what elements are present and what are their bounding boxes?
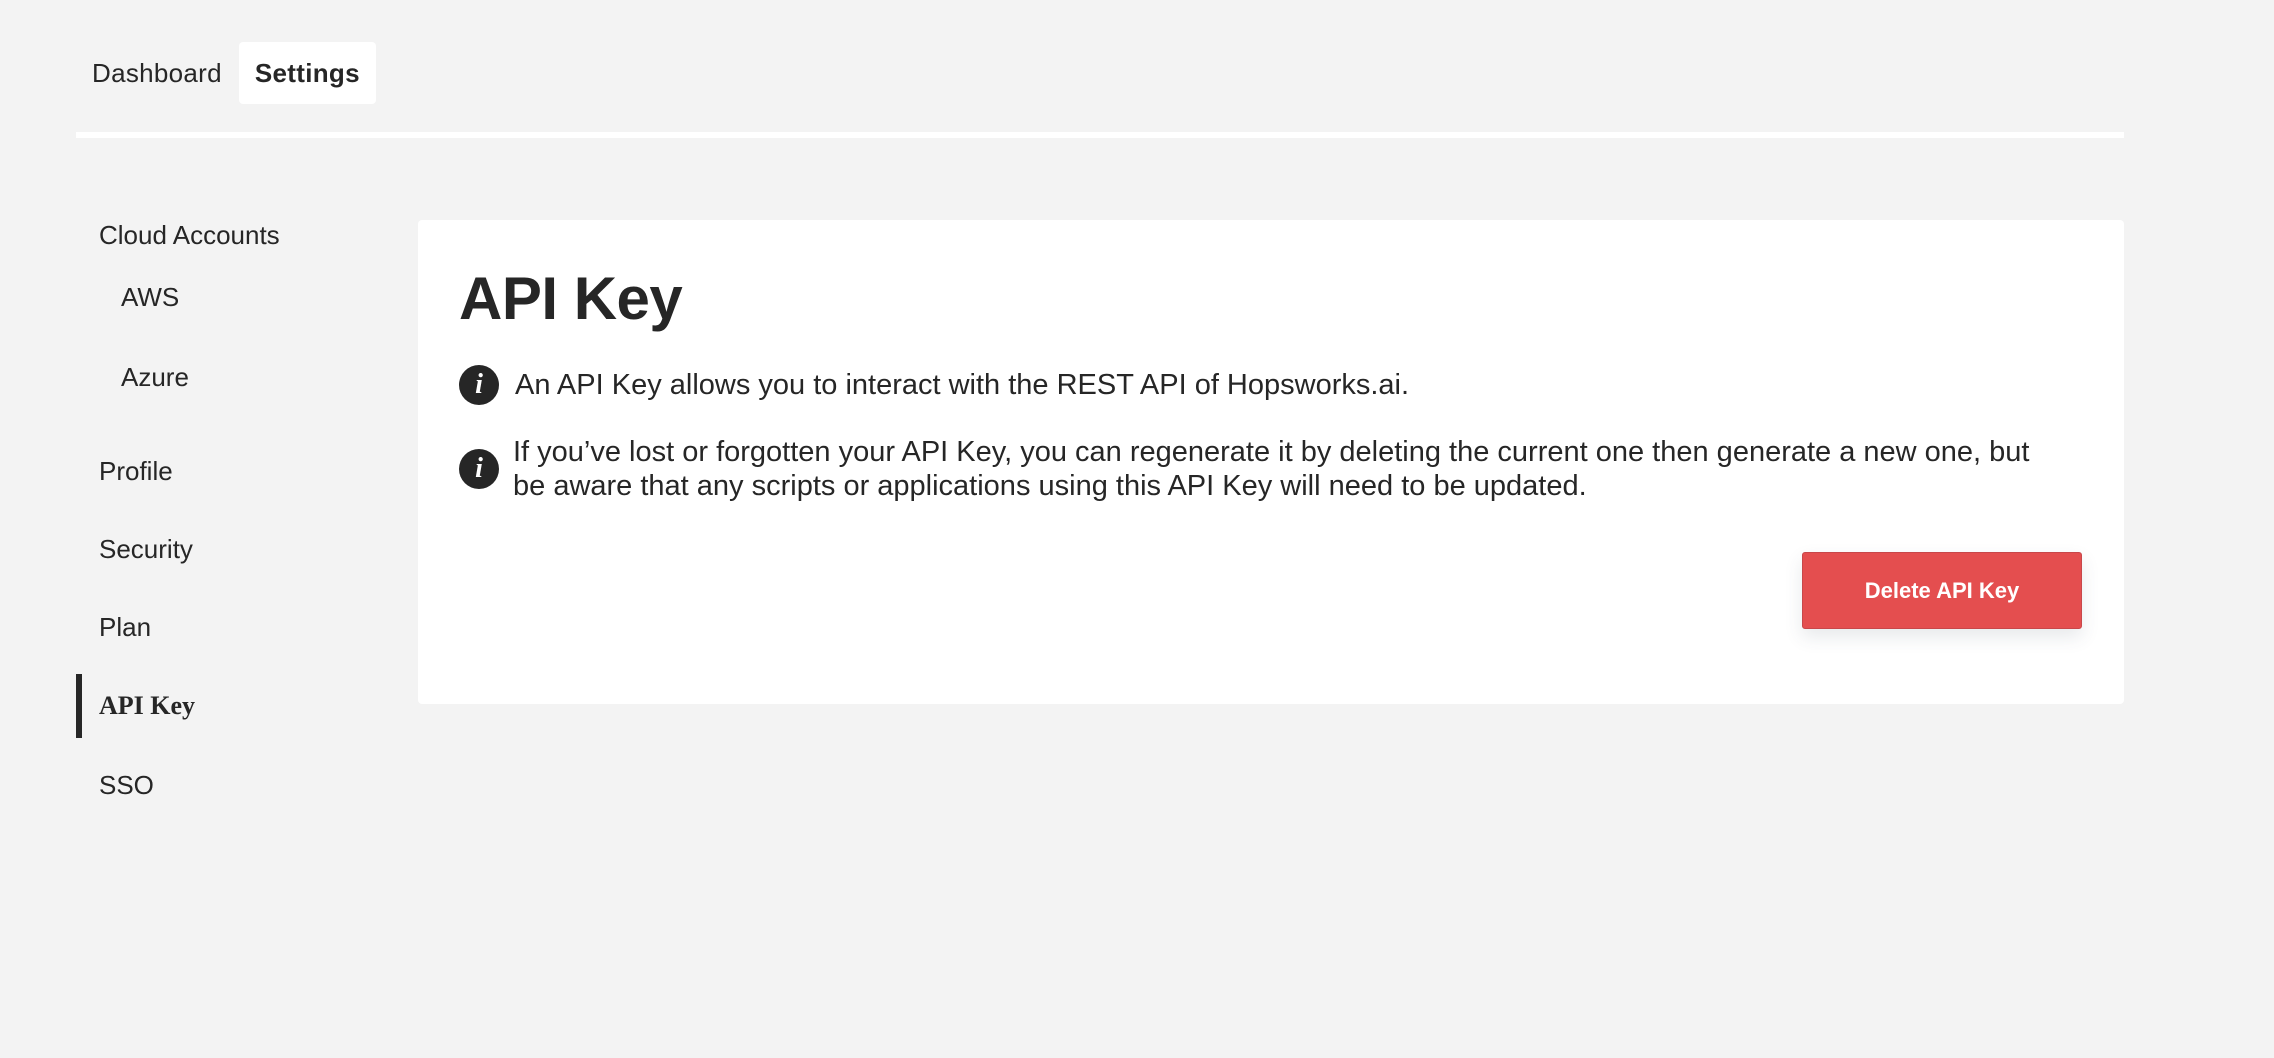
sidebar-item-profile[interactable]: Profile <box>76 439 173 503</box>
sidebar-item-plan[interactable]: Plan <box>76 595 151 659</box>
tab-dashboard[interactable]: Dashboard <box>76 42 238 104</box>
info-text: If you’ve lost or forgotten your API Key… <box>513 436 2030 502</box>
info-message: i An API Key allows you to interact with… <box>459 365 1409 405</box>
top-navigation: Dashboard Settings <box>76 42 376 104</box>
info-icon: i <box>459 365 499 405</box>
sidebar-item-azure[interactable]: Azure <box>76 345 189 409</box>
sidebar-item-api-key[interactable]: API Key <box>76 674 195 738</box>
sidebar-item-security[interactable]: Security <box>76 517 193 581</box>
delete-api-key-button[interactable]: Delete API Key <box>1802 552 2082 629</box>
sidebar-heading-cloud-accounts: Cloud Accounts <box>99 219 280 250</box>
info-icon: i <box>459 449 499 489</box>
tab-settings[interactable]: Settings <box>238 42 376 104</box>
sidebar-item-aws[interactable]: AWS <box>76 265 179 329</box>
sidebar-item-sso[interactable]: SSO <box>76 753 154 817</box>
info-text: An API Key allows you to interact with t… <box>515 369 1410 401</box>
api-key-card: API Key i An API Key allows you to inter… <box>418 220 2124 704</box>
info-message: i If you’ve lost or forgotten your API K… <box>459 435 2059 503</box>
page-title: API Key <box>459 265 683 332</box>
header-divider <box>76 132 2124 138</box>
